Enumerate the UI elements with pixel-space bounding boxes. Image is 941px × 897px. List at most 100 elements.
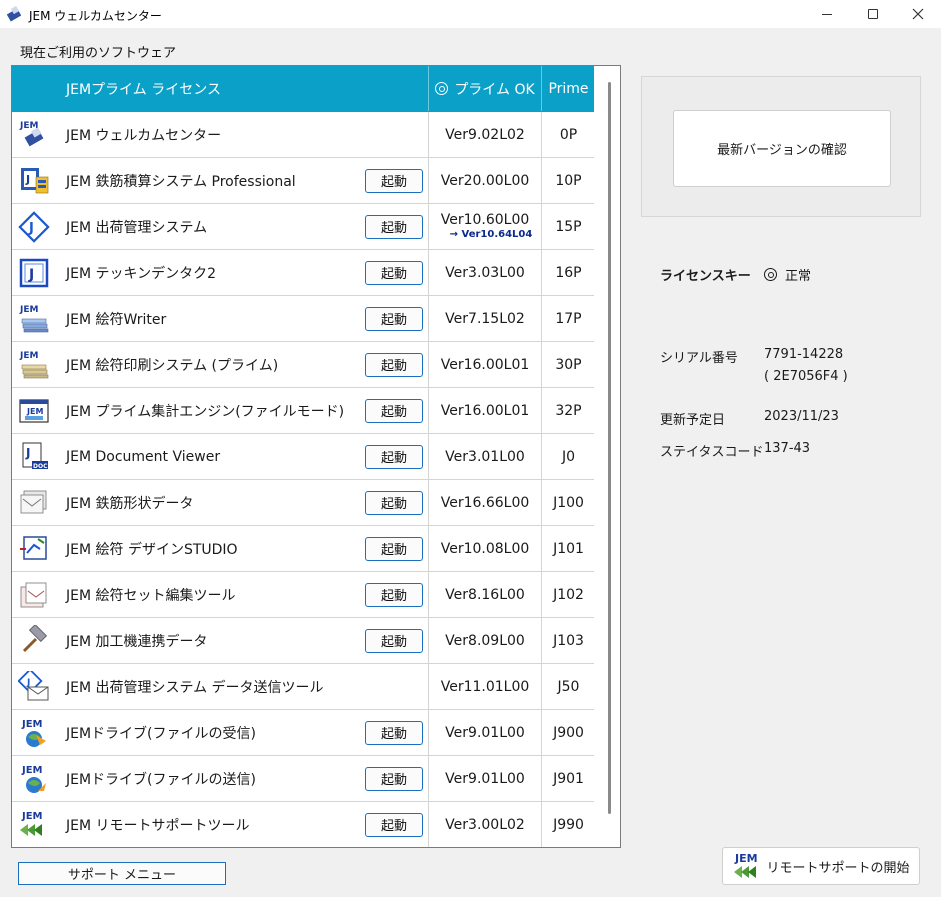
software-list[interactable]: JEMプライム ライセンス プライム OK Prime JEM JEM ウェルカム… — [11, 65, 621, 848]
software-row[interactable]: JEM 鉄筋形状データ 起動 Ver16.66L00 J100 — [12, 480, 594, 526]
software-name: JEM 鉄筋積算システム Professional — [66, 173, 296, 190]
svg-text:JEM: JEM — [21, 765, 43, 776]
launch-button[interactable]: 起動 — [365, 444, 423, 469]
update-version-text: → Ver10.64L04 — [449, 229, 533, 240]
software-row[interactable]: JEM JEM 絵符印刷システム (プライム) 起動 Ver16.00L01 30P — [12, 342, 594, 388]
data-send-icon: J — [18, 670, 49, 700]
scrollbar[interactable] — [608, 82, 611, 814]
remote-support-icon: JEM — [20, 811, 43, 836]
launch-button[interactable]: 起動 — [365, 214, 423, 239]
product-code: J102 — [553, 586, 584, 603]
license-header-row: JEMプライム ライセンス プライム OK Prime — [12, 66, 594, 112]
software-row[interactable]: JEM 絵符セット編集ツール 起動 Ver8.16L00 J102 — [12, 572, 594, 618]
software-row[interactable]: JEM JEMドライブ(ファイルの送信) 起動 Ver9.01L00 J901 — [12, 756, 594, 802]
version-text: Ver8.16L00 — [445, 586, 525, 603]
software-name: JEM 加工機連携データ — [66, 633, 208, 650]
version-cell: Ver3.01L00 — [428, 434, 542, 479]
software-row[interactable]: JEM 絵符 デザインSTUDIO 起動 Ver10.08L00 J101 — [12, 526, 594, 572]
launch-button[interactable]: 起動 — [365, 260, 423, 285]
efu-writer-icon: JEM — [19, 305, 49, 332]
version-cell: Ver3.00L02 — [428, 802, 542, 847]
efu-print-icon: JEM — [19, 351, 49, 378]
product-code: 17P — [555, 310, 582, 327]
software-row[interactable]: JEM JEM プライム集計エンジン(ファイルモード) 起動 Ver16.00L01 3… — [12, 388, 594, 434]
set-editor-icon — [20, 582, 47, 607]
license-status-cell: プライム OK — [428, 66, 542, 111]
svg-text:J: J — [25, 446, 30, 460]
svg-text:JEM: JEM — [19, 351, 38, 361]
minimize-button[interactable] — [804, 0, 850, 28]
launch-button[interactable]: 起動 — [365, 352, 423, 377]
drive-receive-icon: JEM — [21, 719, 46, 747]
launch-button[interactable]: 起動 — [365, 306, 423, 331]
software-row[interactable]: J JEM テッキンデンタク2 起動 Ver3.03L00 16P — [12, 250, 594, 296]
maximize-icon — [868, 9, 878, 19]
software-row[interactable]: JEM JEM リモートサポートツール 起動 Ver3.00L02 J990 — [12, 802, 594, 847]
version-cell: Ver8.09L00 — [428, 618, 542, 663]
serial-label: シリアル番号 — [660, 351, 738, 366]
software-row[interactable]: J DOC JEM Document Viewer 起動 Ver3.01L00 J0 — [12, 434, 594, 480]
launch-button[interactable]: 起動 — [365, 490, 423, 515]
serial-value: 7791-14228 — [764, 347, 844, 362]
version-cell: Ver9.02L02 — [428, 112, 542, 157]
support-menu-button[interactable]: サポート メニュー — [18, 862, 226, 885]
version-text: Ver9.01L00 — [445, 770, 525, 787]
license-status-text: 正常 — [785, 269, 812, 284]
license-key-label: ライセンスキー — [660, 269, 751, 284]
remote-support-icon: JEM — [734, 852, 758, 878]
version-panel: 最新バージョンの確認 — [641, 76, 921, 217]
software-row[interactable]: JEM JEM ウェルカムセンター Ver9.02L02 0P — [12, 112, 594, 158]
launch-button[interactable]: 起動 — [365, 720, 423, 745]
software-row[interactable]: J JEM 出荷管理システム 起動 Ver10.60L00 → Ver10.64L04 1… — [12, 204, 594, 250]
software-row[interactable]: J JEM 鉄筋積算システム Professional 起動 Ver20.00L00 1… — [12, 158, 594, 204]
software-row[interactable]: JEM JEM 絵符Writer 起動 Ver7.15L02 17P — [12, 296, 594, 342]
svg-text:J: J — [28, 221, 34, 236]
software-name: JEMドライブ(ファイルの受信) — [66, 725, 256, 742]
svg-text:JEM: JEM — [19, 305, 38, 315]
software-name: JEM 絵符Writer — [66, 311, 167, 328]
launch-button[interactable]: 起動 — [365, 812, 423, 837]
product-code: J901 — [553, 770, 584, 787]
version-text: Ver11.01L00 — [440, 678, 530, 695]
launch-button[interactable]: 起動 — [365, 628, 423, 653]
renewal-value: 2023/11/23 — [764, 409, 839, 424]
svg-text:JEM: JEM — [21, 719, 43, 730]
launch-button[interactable]: 起動 — [365, 168, 423, 193]
circle-ok-icon — [435, 82, 449, 95]
launch-button[interactable]: 起動 — [365, 398, 423, 423]
version-cell: Ver20.00L00 — [428, 158, 542, 203]
software-row[interactable]: JEM JEMドライブ(ファイルの受信) 起動 Ver9.01L00 J900 — [12, 710, 594, 756]
check-latest-version-button[interactable]: 最新バージョンの確認 — [673, 110, 891, 187]
section-label: 現在ご利用のソフトウェア — [20, 46, 177, 61]
start-remote-support-button[interactable]: JEM リモートサポートの開始 — [722, 847, 920, 885]
product-code: 10P — [555, 172, 582, 189]
software-row[interactable]: JEM 加工機連携データ 起動 Ver8.09L00 J103 — [12, 618, 594, 664]
version-cell: Ver3.03L00 — [428, 250, 542, 295]
product-code: J100 — [553, 494, 584, 511]
rebar-estimate-icon: J — [21, 167, 49, 193]
software-name: JEM テッキンデンタク2 — [66, 265, 216, 282]
launch-button[interactable]: 起動 — [365, 582, 423, 607]
maximize-button[interactable] — [850, 0, 896, 28]
launch-button[interactable]: 起動 — [365, 766, 423, 791]
product-code: 32P — [555, 402, 582, 419]
design-studio-icon — [20, 535, 47, 560]
version-text: Ver10.60L00 — [440, 212, 530, 228]
svg-text:JEM: JEM — [26, 407, 43, 416]
version-text: Ver3.03L00 — [445, 264, 525, 281]
launch-button[interactable]: 起動 — [365, 536, 423, 561]
close-button[interactable] — [895, 0, 941, 28]
version-cell: Ver16.00L01 — [428, 342, 542, 387]
version-text: Ver20.00L00 — [440, 172, 530, 189]
svg-text:DOC: DOC — [33, 463, 48, 470]
version-text: Ver9.01L00 — [445, 724, 525, 741]
version-text: Ver16.00L01 — [440, 356, 530, 373]
version-cell: Ver10.08L00 — [428, 526, 542, 571]
rebar-shape-icon — [20, 490, 47, 513]
product-code: J990 — [553, 816, 584, 833]
version-text: Ver8.09L00 — [445, 632, 525, 649]
software-name: JEM プライム集計エンジン(ファイルモード) — [66, 403, 345, 420]
software-row[interactable]: J JEM 出荷管理システム データ送信ツール Ver11.01L00 J50 — [12, 664, 594, 710]
software-name: JEM 出荷管理システム — [66, 219, 208, 236]
version-cell: Ver9.01L00 — [428, 756, 542, 801]
